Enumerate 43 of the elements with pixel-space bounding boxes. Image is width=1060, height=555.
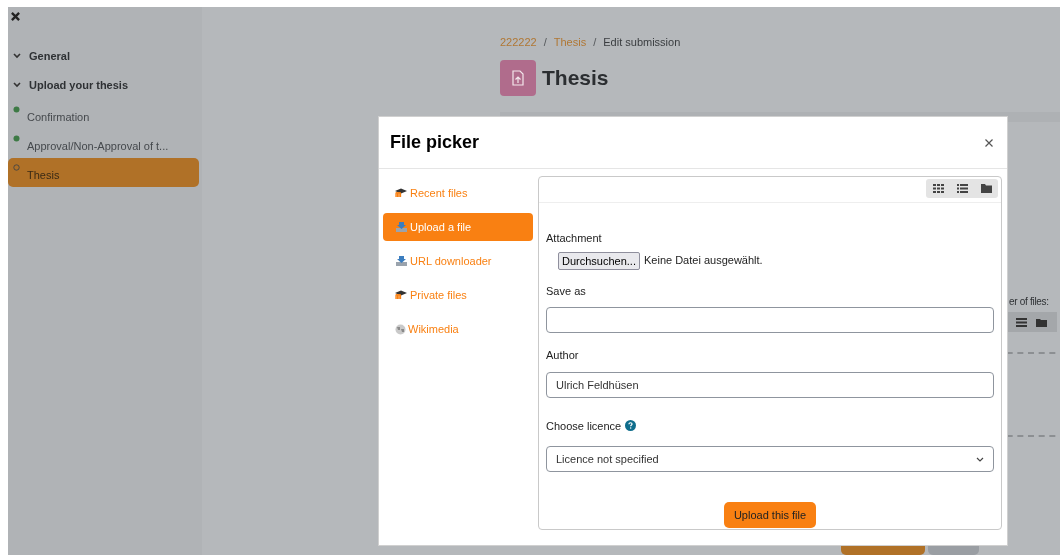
upload-button[interactable]: Upload this file [723, 502, 817, 528]
field-label: Save as [546, 283, 587, 299]
breadcrumb-separator: / [543, 35, 547, 50]
activity-item[interactable]: Confirmation [8, 100, 199, 129]
field-label: Author [546, 348, 580, 363]
chevron-icon[interactable] [13, 81, 21, 90]
file-status: Keine Datei ausgewählt. [644, 253, 763, 269]
dialog-title: File picker [390, 131, 480, 154]
field-label: Choose licence [546, 418, 622, 434]
repository-link[interactable]: Wikimedia [383, 315, 533, 343]
licence-select[interactable]: Licence not specified [546, 446, 994, 472]
help-icon[interactable] [625, 420, 637, 432]
author-field[interactable]: Ulrich Feldhüsen [546, 371, 994, 398]
repository-link[interactable]: URL downloader [383, 247, 533, 275]
repository-link[interactable]: Private files [383, 281, 533, 309]
upload-drive-icon [395, 221, 408, 233]
close-icon[interactable] [11, 11, 20, 21]
field-label: Attachment [546, 231, 603, 246]
page-title: Thesis [542, 64, 609, 91]
globe-icon [395, 323, 406, 335]
activity-item[interactable]: Thesis [8, 158, 199, 187]
caret-icon [976, 456, 984, 462]
grid-icon [932, 184, 944, 193]
mortarboard-icon [395, 188, 408, 198]
upload-drive-icon [395, 255, 408, 267]
section-title[interactable]: General [29, 48, 70, 65]
browse-button[interactable]: Durchsuchen... [558, 251, 640, 270]
list-icon [956, 184, 968, 193]
breadcrumb-current: Edit submission [603, 35, 681, 50]
folder-icon [980, 184, 992, 193]
field-label: er of files: [1009, 295, 1049, 309]
section-title[interactable]: Upload your thesis [29, 77, 129, 94]
repository-link[interactable]: Recent files [383, 179, 533, 207]
activity-item[interactable]: Approval/Non-Approval of t... [8, 129, 199, 158]
breadcrumb-separator: / [593, 35, 597, 50]
repository-link[interactable]: Upload a file [383, 213, 533, 241]
chevron-icon[interactable] [13, 52, 21, 61]
mortarboard-icon [395, 290, 408, 300]
list-icon [1016, 317, 1027, 327]
folder-icon [1036, 317, 1047, 327]
assignment-icon [500, 59, 536, 96]
save-as-field[interactable] [546, 307, 994, 333]
close-icon[interactable] [985, 138, 993, 147]
